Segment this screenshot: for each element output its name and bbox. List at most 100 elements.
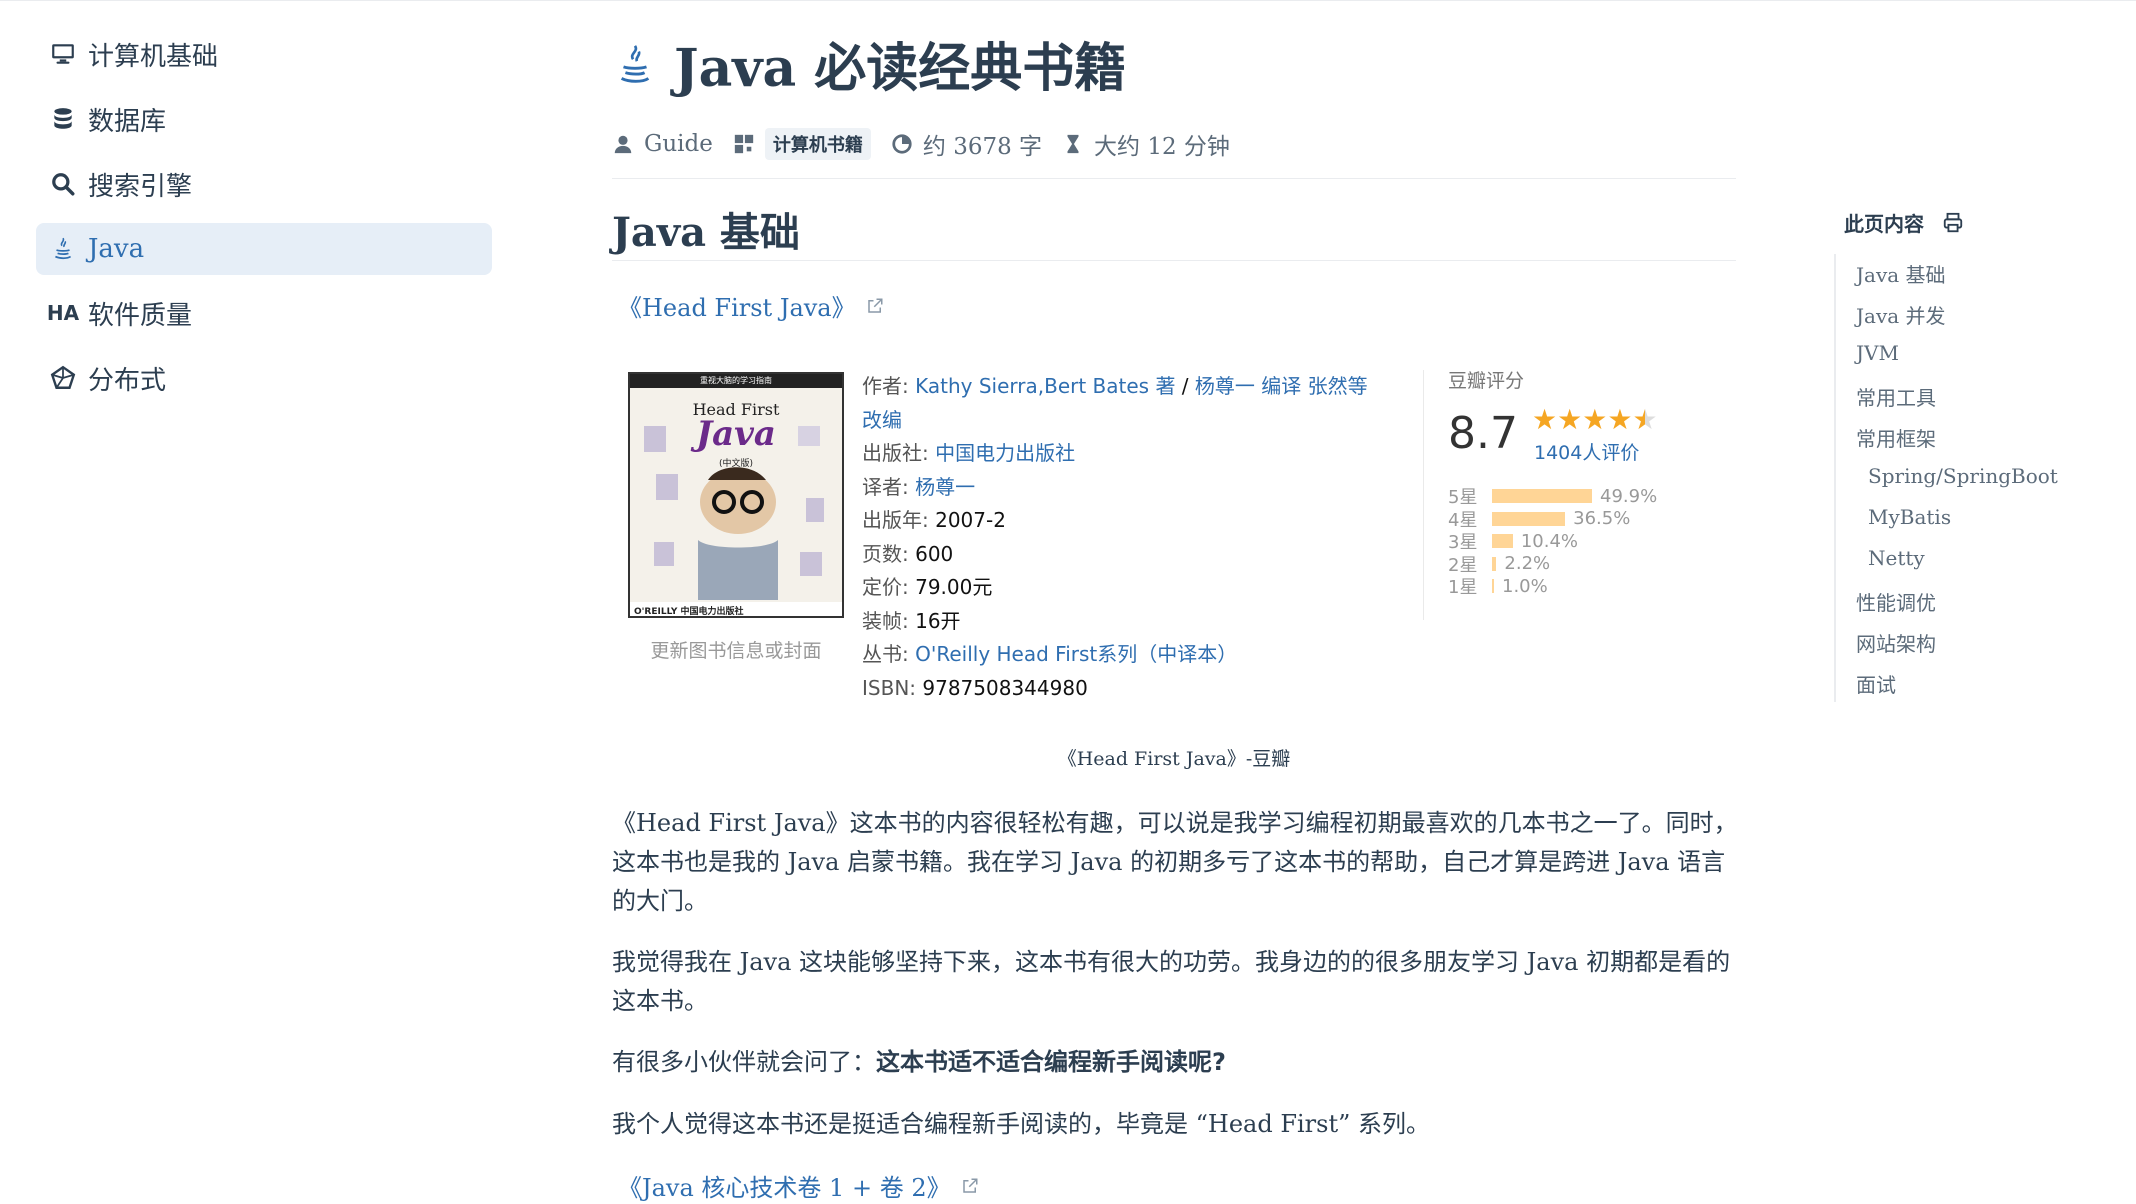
rating-percent: 49.9% [1600,485,1658,507]
sidebar-item-label: 搜索引擎 [88,171,193,202]
java-core-link[interactable]: 《Java 核心技术卷 1 + 卷 2》 [618,1168,979,1203]
toc-item[interactable]: Java 并发 [1856,300,1946,329]
figure-caption: 《Head First Java》-豆瓣 [1057,748,1291,770]
rating-bar-row: 3星 10.4% [1448,530,1579,554]
paragraph-1: 《Head First Java》这本书的内容很轻松有趣，可以说是我学习编程初期… [612,809,1738,915]
sidebar-item-java[interactable]: Java [36,223,492,275]
publisher-row: 出版社: 中国电力出版社 [862,437,1392,471]
toc-item[interactable]: 性能调优 [1856,587,1936,616]
paragraph-4: 我个人觉得这本书还是挺适合编程新手阅读的，毕竟是 “Head First” 系列… [612,1110,1430,1138]
external-link-icon [867,298,883,313]
top-border [0,0,2136,1]
label: 丛书: [862,642,909,666]
toc-item[interactable]: MyBatis [1868,505,1951,529]
paragraph-3-bold: 这本书适不适合编程新手阅读呢? [876,1048,1226,1076]
rating-count[interactable]: 1404人评价 [1534,438,1639,465]
half-star-icon: ★ [1632,403,1658,436]
ha-icon: HA [46,301,80,325]
douban-label: 豆瓣评分 [1448,370,1525,392]
toc-item[interactable]: 网站架构 [1856,628,1936,657]
search-icon [48,169,78,199]
section-heading: Java 基础 [612,209,800,256]
douban-rating: 豆瓣评分 8.7 ★ ★ ★ ★ ★ 1404人评价 5星 49.9% 4星 36.5% 3星 1… [1448,366,1698,598]
toc-item[interactable]: Spring/SpringBoot [1868,464,2058,488]
read-time: 大约 12 分钟 [1062,127,1230,161]
sidebar-item-computer-basics[interactable]: 计算机基础 [36,28,492,80]
paragraph-3-text: 有很多小伙伴就会问了： [612,1048,876,1076]
toc-item[interactable]: 面试 [1856,669,1896,698]
page-title-text: Java 必读经典书籍 [674,37,1127,99]
header-divider [612,178,1736,179]
book-info: 作者: Kathy Sierra,Bert Bates 著 / 杨尊一 编译 张… [862,370,1392,705]
article-meta: Guide 计算机书籍 约 3678 字 大约 12 分钟 [612,126,1250,162]
sidebar-item-software-quality[interactable]: HA 软件质量 [36,287,492,339]
update-cover-link[interactable]: 更新图书信息或封面 [628,636,844,663]
head-first-java-link[interactable]: 《Head First Java》 [618,288,884,323]
java-icon [612,40,658,86]
pages-row: 页数: 600 [862,538,1392,572]
database-icon [48,104,78,134]
toc-item[interactable]: Netty [1868,546,1925,570]
rating-divider [1423,370,1424,620]
category-icon [734,134,754,154]
author-link[interactable]: Kathy Sierra,Bert Bates 著 [915,374,1175,398]
series-link[interactable]: O'Reilly Head First系列（中译本） [915,642,1237,666]
toc-item[interactable]: 常用工具 [1856,382,1936,411]
external-link-icon [962,1178,978,1193]
price-row: 定价: 79.00元 [862,571,1392,605]
rating-bar [1492,489,1592,503]
rating-bar-row: 5星 49.9% [1448,485,1658,509]
sidebar-item-label: 数据库 [88,106,167,137]
author-row: 作者: Kathy Sierra,Bert Bates 著 / 杨尊一 编译 张… [862,370,1392,437]
toc-item[interactable]: 常用框架 [1856,423,1936,452]
print-icon[interactable] [1942,212,1964,234]
series-row: 丛书: O'Reilly Head First系列（中译本） [862,638,1392,672]
label: 译者: [862,474,909,499]
page-title: Java 必读经典书籍 [612,28,1127,99]
rating-percent: 2.2% [1504,553,1551,574]
value: 9787508344980 [922,675,1088,700]
star-icon: ★ [1582,403,1608,436]
link-text: 《Head First Java》 [618,294,856,322]
publisher-link[interactable]: 中国电力出版社 [935,441,1075,465]
star-icon: ★ [1607,403,1633,436]
label: 页数: [862,541,909,566]
label: 定价: [862,575,909,599]
author-info[interactable]: Guide [612,131,713,157]
toc-header: 此页内容 [1844,208,1964,237]
sidebar-item-label: Java [88,234,145,264]
star-label: 1星 [1448,577,1478,598]
sidebar-item-label: 分布式 [88,365,167,396]
book-cover[interactable]: 重视大脑的学习指南 Head First Java (中文版) O'REILLY… [628,372,844,618]
value: 600 [915,541,954,566]
computer-icon [48,39,78,69]
rating-percent: 36.5% [1573,508,1631,529]
sidebar-item-distributed[interactable]: 分布式 [36,352,492,404]
read-time-text: 大约 12 分钟 [1094,134,1230,160]
label: 装帧: [862,608,909,633]
rating-bar-row: 1星 1.0% [1448,576,1548,599]
category-tag[interactable]: 计算机书籍 [764,128,871,160]
label: 出版社: [862,441,929,465]
toc-title: 此页内容 [1844,212,1924,236]
toc-rail [1834,254,1836,702]
toc-item[interactable]: JVM [1856,341,1899,365]
value: 2007-2 [935,508,1006,532]
rating-score: 8.7 [1448,408,1518,459]
translator-link[interactable]: 杨尊一 [915,475,975,499]
value: 16开 [915,608,961,633]
label: 作者: [862,374,909,398]
java-icon [48,234,78,264]
star-icon: ★ [1557,403,1583,436]
pie-chart-icon [892,134,912,154]
author-name: Guide [644,131,713,157]
rating-percent: 10.4% [1520,530,1579,552]
link-text: 《Java 核心技术卷 1 + 卷 2》 [618,1174,951,1202]
sidebar-item-search-engine[interactable]: 搜索引擎 [36,158,492,210]
star-rating: ★ ★ ★ ★ ★ [1532,406,1658,434]
section-divider [612,260,1736,261]
toc-item[interactable]: Java 基础 [1856,259,1946,288]
label: ISBN: [862,675,917,700]
sidebar-item-label: 计算机基础 [88,41,219,72]
sidebar-item-database[interactable]: 数据库 [36,93,492,145]
